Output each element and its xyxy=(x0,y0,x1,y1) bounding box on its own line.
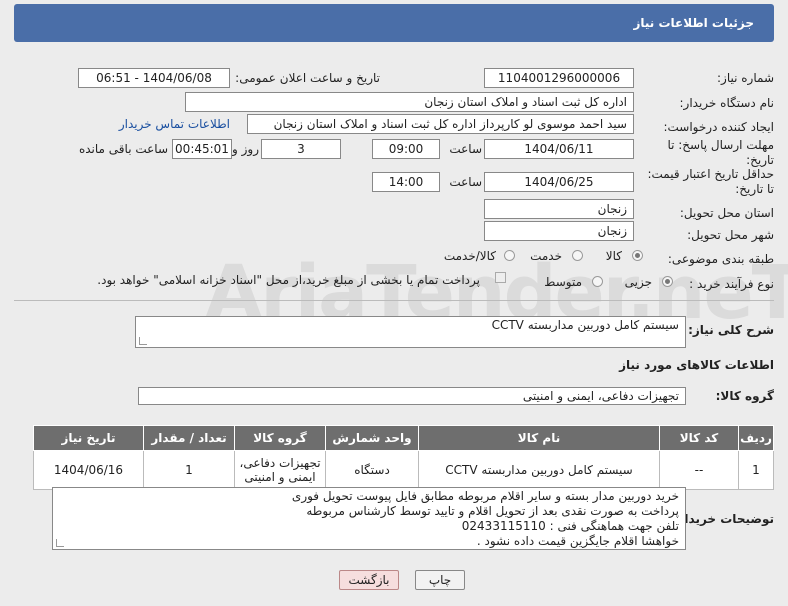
col-code: کد کالا xyxy=(659,425,739,451)
goods-group-field[interactable]: تجهیزات دفاعی، ایمنی و امنیتی xyxy=(138,387,686,405)
summary-field[interactable]: سیستم کامل دوربین مداربسته CCTV xyxy=(135,316,686,348)
summary-text: سیستم کامل دوربین مداربسته CCTV xyxy=(491,318,679,332)
process-radio-minor[interactable] xyxy=(662,276,673,287)
announce-label: تاریخ و ساعت اعلان عمومی: xyxy=(235,71,380,85)
cell-quantity: 1 xyxy=(143,450,235,490)
need-number-label: شماره نیاز: xyxy=(717,71,774,85)
page-header: جزئیات اطلاعات نیاز xyxy=(14,4,774,42)
category-option-goods: کالا xyxy=(605,249,622,263)
remaining-time-field[interactable]: 00:45:01 xyxy=(172,139,232,159)
summary-label: شرح کلی نیاز: xyxy=(688,323,774,337)
deadline-time-field[interactable]: 09:00 xyxy=(372,139,440,159)
buyer-org-label: نام دستگاه خریدار: xyxy=(679,96,775,110)
col-quantity: تعداد / مقدار xyxy=(143,425,235,451)
category-option-both: کالا/خدمت xyxy=(443,249,496,263)
deadline-label-date: تاریخ: xyxy=(746,153,774,167)
back-button[interactable]: بازگشت xyxy=(339,570,399,590)
category-option-service: خدمت xyxy=(530,249,562,263)
category-radio-service[interactable] xyxy=(572,250,583,261)
buyer-note-line: خواهشا اقلام جایگزین قیمت داده نشود . xyxy=(476,534,679,548)
table-row[interactable]: 1 -- سیستم کامل دوربین مداربسته CCTV دست… xyxy=(33,450,774,490)
validity-time-field[interactable]: 14:00 xyxy=(372,172,440,192)
category-radio-goods[interactable] xyxy=(632,250,643,261)
cell-name: سیستم کامل دوربین مداربسته CCTV xyxy=(418,450,660,490)
goods-section-title: اطلاعات کالاهای مورد نیاز xyxy=(619,358,774,372)
city-label: شهر محل تحویل: xyxy=(687,228,774,242)
requester-label: ایجاد کننده درخواست: xyxy=(663,120,774,134)
deadline-time-label: ساعت xyxy=(449,142,482,156)
page-title: جزئیات اطلاعات نیاز xyxy=(633,16,754,30)
requester-field[interactable]: سید احمد موسوی لو کارپرداز اداره کل ثبت … xyxy=(247,114,634,134)
validity-label: حداقل تاریخ اعتبار قیمت: xyxy=(647,167,774,181)
col-name: نام کالا xyxy=(418,425,660,451)
resize-grip-icon[interactable] xyxy=(139,337,147,345)
province-field[interactable]: زنجان xyxy=(484,199,634,219)
buyer-contact-link[interactable]: اطلاعات تماس خریدار xyxy=(119,117,230,131)
cell-code: -- xyxy=(659,450,739,490)
page: AriaTender.neT جزئیات اطلاعات نیاز شماره… xyxy=(0,0,788,606)
col-unit: واحد شمارش xyxy=(325,425,419,451)
items-table: ردیف کد کالا نام کالا واحد شمارش گروه کا… xyxy=(33,425,774,490)
deadline-label: مهلت ارسال پاسخ: تا xyxy=(667,138,774,152)
buyer-notes-field[interactable]: خرید دوربین مدار بسته و سایر اقلام مربوط… xyxy=(52,487,686,550)
process-label: نوع فرآیند خرید : xyxy=(689,277,774,291)
col-need-date: تاریخ نیاز xyxy=(33,425,144,451)
days-label: روز و xyxy=(232,142,259,156)
announce-field[interactable]: 1404/06/08 - 06:51 xyxy=(78,68,230,88)
buyer-note-line: تلفن جهت هماهنگی فنی : 02433115110 xyxy=(461,519,679,533)
cell-unit: دستگاه xyxy=(325,450,419,490)
province-label: استان محل تحویل: xyxy=(679,206,774,220)
col-row: ردیف xyxy=(738,425,774,451)
goods-group-label: گروه کالا: xyxy=(715,389,774,403)
payment-note: پرداخت تمام یا بخشی از مبلغ خرید،از محل … xyxy=(97,273,480,287)
cell-group: تجهیزات دفاعی، ایمنی و امنیتی xyxy=(234,450,326,490)
deadline-date-field[interactable]: 1404/06/11 xyxy=(484,139,634,159)
category-label: طبقه بندی موضوعی: xyxy=(667,252,774,266)
buyer-notes-label: توضیحات خریدار: xyxy=(672,512,774,526)
cell-row: 1 xyxy=(738,450,774,490)
process-radio-medium[interactable] xyxy=(592,276,603,287)
col-group: گروه کالا xyxy=(234,425,326,451)
remaining-label: ساعت باقی مانده xyxy=(78,142,168,156)
table-header-row: ردیف کد کالا نام کالا واحد شمارش گروه کا… xyxy=(33,425,774,451)
process-option-minor: جزیی xyxy=(624,275,652,289)
category-radio-both[interactable] xyxy=(504,250,515,261)
validity-time-label: ساعت xyxy=(449,175,482,189)
validity-label-date: تا تاریخ: xyxy=(735,182,774,196)
days-field[interactable]: 3 xyxy=(261,139,341,159)
need-number-field[interactable]: 1104001296000006 xyxy=(484,68,634,88)
resize-grip-icon[interactable] xyxy=(56,539,64,547)
print-button[interactable]: چاپ xyxy=(415,570,465,590)
process-option-medium: متوسط xyxy=(544,275,582,289)
buyer-note-line: خرید دوربین مدار بسته و سایر اقلام مربوط… xyxy=(291,489,679,503)
cell-need-date: 1404/06/16 xyxy=(33,450,144,490)
city-field[interactable]: زنجان xyxy=(484,221,634,241)
buyer-note-line: پرداخت به صورت نقدی بعد از تحویل اقلام و… xyxy=(306,504,679,518)
validity-date-field[interactable]: 1404/06/25 xyxy=(484,172,634,192)
buyer-org-field[interactable]: اداره کل ثبت اسناد و املاک استان زنجان xyxy=(185,92,634,112)
payment-treasury-checkbox[interactable] xyxy=(495,272,506,283)
divider xyxy=(14,300,774,301)
